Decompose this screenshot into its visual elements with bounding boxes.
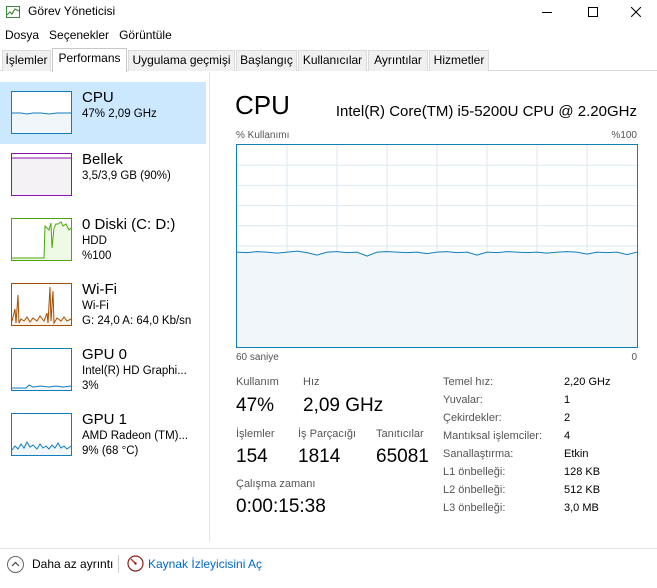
uptime-value: 0:00:15:38 (236, 496, 326, 517)
gpu0-thumbnail-graph (11, 348, 72, 391)
tab-processes[interactable]: İşlemler (2, 50, 51, 71)
sidebar-divider (209, 72, 210, 542)
menu-bar: Dosya Seçenekler Görüntüle (0, 26, 177, 46)
sidebar-item-gpu0[interactable]: GPU 0 Intel(R) HD Graphi... 3% (0, 339, 206, 401)
sidebar-wifi-title: Wi-Fi (82, 281, 117, 298)
cpu-utilization-plot (237, 145, 637, 347)
sidebar-gpu1-title: GPU 1 (82, 411, 128, 428)
memory-thumbnail-graph (11, 153, 72, 196)
task-manager-icon (6, 6, 20, 18)
graph-label-now: 0 (631, 352, 637, 363)
speed-value: 2,09 GHz (303, 395, 384, 416)
sidebar-gpu1-usage: 9% (68 °C) (82, 445, 139, 457)
tab-app-history[interactable]: Uygulama geçmişi (128, 50, 235, 71)
tab-services[interactable]: Hizmetler (429, 50, 489, 71)
graph-label-utilization: % Kullanımı (236, 130, 290, 141)
sidebar-item-memory[interactable]: Bellek 3,5/3,9 GB (90%) (0, 144, 206, 206)
spec-label-cores: Çekirdekler: (443, 412, 502, 424)
close-button[interactable] (613, 0, 657, 24)
spec-value-l3-cache: 3,0 MB (564, 502, 599, 514)
sidebar-cpu-usage: 47% 2,09 GHz (82, 108, 157, 120)
open-resource-monitor-link[interactable]: Kaynak İzleyicisini Aç (148, 557, 262, 571)
sidebar-item-gpu1[interactable]: GPU 1 AMD Radeon (TM)... 9% (68 °C) (0, 404, 206, 466)
sidebar-disk-type: HDD (82, 235, 107, 247)
sidebar-item-cpu[interactable]: CPU 47% 2,09 GHz (0, 82, 206, 144)
processes-label: İşlemler (236, 428, 275, 440)
minimize-button[interactable] (524, 0, 570, 24)
usage-value: 47% (236, 395, 275, 416)
tab-users[interactable]: Kullanıcılar (298, 50, 367, 71)
tab-bar: İşlemler Performans Uygulama geçmişi Baş… (0, 48, 657, 72)
menu-file[interactable]: Dosya (0, 26, 44, 46)
resource-sidebar: CPU 47% 2,09 GHz Bellek 3,5/3,9 GB (90%)… (0, 72, 210, 542)
minimize-icon (542, 12, 552, 13)
spec-label-logical-processors: Mantıksal işlemciler: (443, 430, 543, 442)
tab-performance[interactable]: Performans (52, 48, 127, 72)
maximize-icon (588, 7, 598, 17)
cpu-thumbnail-graph (11, 91, 72, 134)
spec-value-logical-processors: 4 (564, 430, 571, 442)
spec-value-base-speed: 2,20 GHz (564, 376, 611, 388)
cpu-model-name: Intel(R) Core(TM) i5-5200U CPU @ 2.20GHz (335, 103, 637, 120)
sidebar-disk-title: 0 Diski (C: D:) (82, 216, 176, 233)
wifi-thumbnail-graph (11, 283, 72, 326)
sidebar-gpu0-name: Intel(R) HD Graphi... (82, 365, 187, 377)
speed-label: Hız (303, 376, 320, 388)
handles-label: Tanıtıcılar (376, 428, 424, 440)
usage-label: Kullanım (236, 376, 279, 388)
gpu1-thumbnail-graph (11, 413, 72, 456)
footer-separator (118, 555, 119, 573)
threads-label: İş Parçacığı (298, 428, 357, 440)
menu-options[interactable]: Seçenekler (44, 26, 114, 46)
disk-thumbnail-graph (11, 218, 72, 261)
window-title: Görev Yöneticisi (28, 4, 116, 18)
fewer-details-button[interactable] (7, 556, 24, 573)
spec-value-l2-cache: 512 KB (564, 484, 601, 496)
sidebar-memory-title: Bellek (82, 151, 123, 168)
sidebar-gpu1-name: AMD Radeon (TM)... (82, 430, 189, 442)
resource-monitor-icon (127, 555, 144, 572)
sidebar-memory-usage: 3,5/3,9 GB (90%) (82, 170, 171, 182)
spec-value-cores: 2 (564, 412, 571, 424)
spec-value-virtualization: Etkin (564, 448, 589, 460)
spec-value-sockets: 1 (564, 394, 571, 406)
sidebar-wifi-throughput: G: 24,0 A: 64,0 Kb/sn (82, 315, 192, 327)
menu-view[interactable]: Görüntüle (114, 26, 177, 46)
spec-label-l2-cache: L2 önbelleği: (443, 484, 506, 496)
spec-label-virtualization: Sanallaştırma: (443, 448, 514, 460)
maximize-button[interactable] (570, 0, 616, 24)
graph-label-timespan: 60 saniye (236, 352, 279, 363)
threads-value: 1814 (298, 446, 341, 467)
spec-label-l1-cache: L1 önbelleği: (443, 466, 506, 478)
handles-value: 65081 (376, 446, 429, 467)
spec-label-sockets: Yuvalar: (443, 394, 483, 406)
sidebar-item-wifi[interactable]: Wi-Fi Wi-Fi G: 24,0 A: 64,0 Kb/sn (0, 274, 206, 336)
close-icon (631, 7, 641, 17)
sidebar-gpu0-title: GPU 0 (82, 346, 128, 363)
tab-details[interactable]: Ayrıntılar (368, 50, 428, 71)
chevron-up-icon (11, 561, 20, 567)
sidebar-disk-usage: %100 (82, 250, 112, 262)
cpu-utilization-graph[interactable] (236, 144, 638, 348)
sidebar-item-disk[interactable]: 0 Diski (C: D:) HDD %100 (0, 209, 206, 271)
spec-value-l1-cache: 128 KB (564, 466, 601, 478)
sidebar-cpu-title: CPU (82, 89, 114, 106)
cpu-utilization-area (237, 251, 637, 347)
title-bar[interactable]: Görev Yöneticisi (0, 0, 657, 24)
spec-label-l3-cache: L3 önbelleği: (443, 502, 506, 514)
fewer-details-label[interactable]: Daha az ayrıntı (32, 557, 113, 571)
uptime-label: Çalışma zamanı (236, 478, 316, 490)
graph-label-max: %100 (611, 130, 637, 141)
tab-startup[interactable]: Başlangıç (236, 50, 297, 71)
processes-value: 154 (236, 446, 268, 467)
sidebar-gpu0-usage: 3% (82, 380, 99, 392)
page-title: CPU (235, 90, 290, 120)
spec-label-base-speed: Temel hız: (443, 376, 494, 388)
footer-bar: Daha az ayrıntı Kaynak İzleyicisini Aç (0, 548, 657, 588)
sidebar-wifi-adapter: Wi-Fi (82, 300, 109, 312)
